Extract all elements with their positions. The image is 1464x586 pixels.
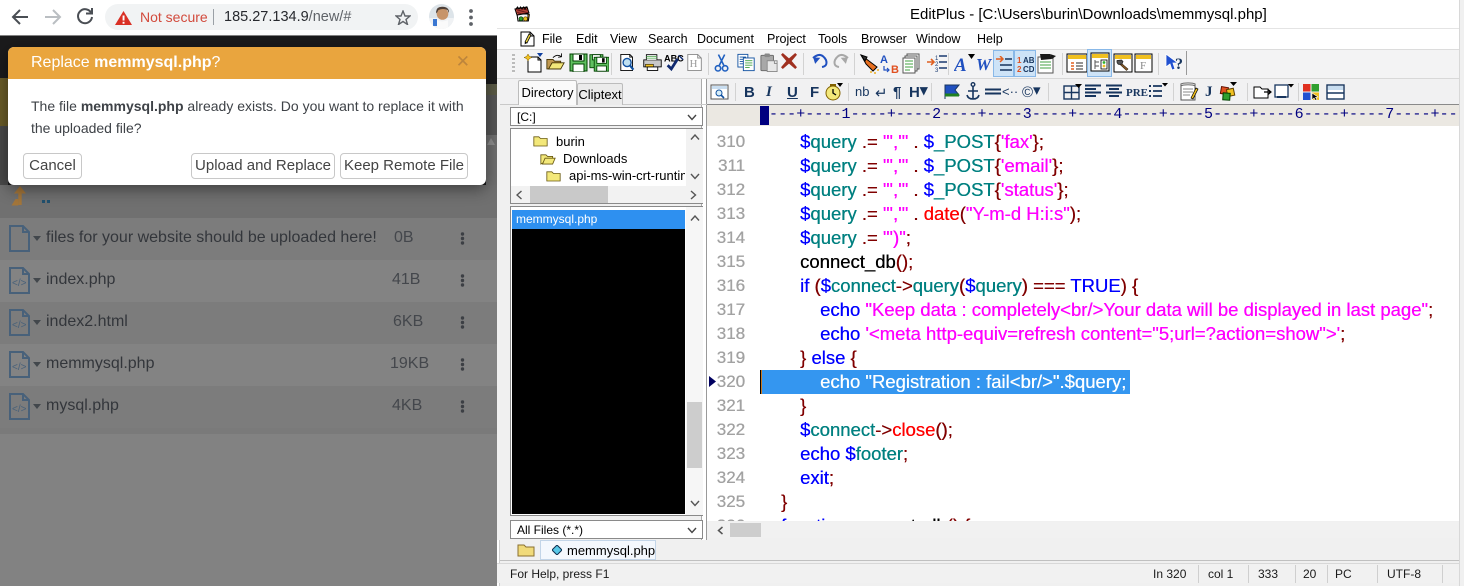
svg-text:F: F (1140, 60, 1146, 72)
svg-text:1: 1 (1017, 56, 1022, 65)
svg-text:B: B (891, 64, 899, 74)
svg-text:</>: </> (12, 362, 27, 373)
svg-text:CD: CD (1023, 65, 1034, 72)
svg-text:</>: </> (12, 404, 27, 415)
svg-text:A: A (954, 55, 967, 73)
svg-text:2: 2 (1017, 65, 1022, 72)
svg-text:</>: </> (12, 278, 27, 289)
svg-text:A: A (880, 54, 888, 66)
svg-text:W: W (976, 55, 993, 73)
svg-text:?: ? (1175, 56, 1183, 73)
svg-text:</>: </> (12, 320, 27, 331)
svg-text:AB: AB (1023, 56, 1034, 65)
svg-text:H: H (690, 58, 698, 70)
svg-text:3: 3 (935, 68, 939, 73)
